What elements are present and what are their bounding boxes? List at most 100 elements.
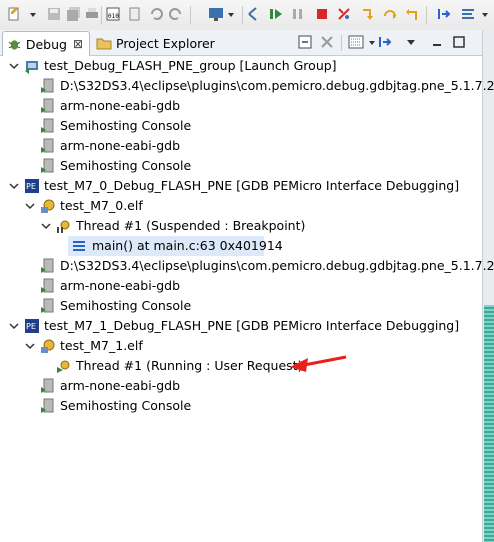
step-return-icon[interactable] <box>404 6 420 22</box>
pe-launch-icon: PE <box>25 179 39 193</box>
svg-text:010: 010 <box>108 13 119 20</box>
terminate-icon[interactable] <box>314 6 330 22</box>
maximize-icon[interactable] <box>452 35 466 49</box>
toolbar-separator <box>190 6 191 24</box>
view-tab-bar: Debug ⊠ Project Explorer <box>0 30 482 56</box>
toolbar-separator <box>101 6 102 24</box>
tree-item-label: arm-none-eabi-gdb <box>60 138 181 153</box>
save-all-icon[interactable] <box>66 6 82 22</box>
chevron-down-icon[interactable] <box>368 39 376 47</box>
process-icon <box>41 158 54 173</box>
process-icon <box>41 398 54 413</box>
copy-icon[interactable] <box>127 6 143 22</box>
tab-debug[interactable]: Debug ⊠ <box>2 31 90 56</box>
tree-item-label: Semihosting Console <box>60 398 192 413</box>
process-icon <box>41 378 54 393</box>
tab-label: Project Explorer <box>116 35 215 51</box>
suspend-icon[interactable] <box>290 6 306 22</box>
tree-item-process[interactable]: Semihosting Console <box>0 396 482 416</box>
thread-running-icon <box>57 360 70 373</box>
chevron-down-icon[interactable] <box>9 61 19 71</box>
pe-launch-icon: PE <box>25 319 39 333</box>
thread-suspended-icon <box>57 220 70 233</box>
tree-item-label: Thread #1 (Running : User Request) <box>76 358 303 373</box>
chevron-down-icon[interactable] <box>41 221 51 231</box>
tab-project-explorer[interactable]: Project Explorer <box>92 31 222 55</box>
step-over-icon[interactable] <box>382 6 398 22</box>
save-icon[interactable] <box>46 6 62 22</box>
tree-item-label: Semihosting Console <box>60 158 192 173</box>
process-icon <box>41 258 54 273</box>
skip-breakpoints-icon[interactable] <box>246 6 262 22</box>
close-icon[interactable]: ⊠ <box>73 37 83 51</box>
instruction-stepping-icon[interactable] <box>436 6 452 22</box>
toolbar-separator <box>426 6 427 24</box>
view-menu-icon[interactable] <box>404 35 418 49</box>
new-icon[interactable] <box>6 6 22 22</box>
step-into-icon[interactable] <box>360 6 376 22</box>
launch-group-icon <box>25 61 38 74</box>
tree-item-process[interactable]: arm-none-eabi-gdb <box>0 96 482 116</box>
tree-item-label: arm-none-eabi-gdb <box>60 378 181 393</box>
print-icon[interactable] <box>84 6 100 22</box>
svg-text:PE: PE <box>26 182 36 191</box>
tree-item-label: test_M7_1.elf <box>60 338 143 353</box>
bug-icon <box>8 40 21 50</box>
resume-icon[interactable] <box>268 6 284 22</box>
dropdown-icon[interactable] <box>480 6 490 22</box>
tree-item-launch-group[interactable]: test_Debug_FLASH_PNE_group [Launch Group… <box>0 56 482 76</box>
tree-item-debug-target[interactable]: test_M7_0.elf <box>0 196 482 216</box>
process-icon <box>41 278 54 293</box>
tree-item-process[interactable]: D:\S32DS3.4\eclipse\plugins\com.pemicro.… <box>0 76 494 96</box>
collapse-all-icon[interactable] <box>298 35 312 49</box>
chevron-down-icon[interactable] <box>9 321 19 331</box>
svg-text:PE: PE <box>26 322 36 331</box>
undo-icon[interactable] <box>148 6 164 22</box>
scrollbar-thumb[interactable] <box>484 305 494 542</box>
tree-item-label: test_M7_0_Debug_FLASH_PNE [GDB PEMicro I… <box>44 178 460 193</box>
tree-item-label: main() at main.c:63 0x401914 <box>92 238 283 253</box>
tree-item-launch[interactable]: PE test_M7_0_Debug_FLASH_PNE [GDB PEMicr… <box>0 176 482 196</box>
tree-item-debug-target[interactable]: test_M7_1.elf <box>0 336 482 356</box>
tree-item-label: test_M7_0.elf <box>60 198 143 213</box>
toolbar-separator <box>242 6 243 24</box>
tree-item-process[interactable]: Semihosting Console <box>0 296 482 316</box>
tree-item-launch[interactable]: PE test_M7_1_Debug_FLASH_PNE [GDB PEMicr… <box>0 316 482 336</box>
tree-item-process[interactable]: Semihosting Console <box>0 156 482 176</box>
minimize-icon[interactable] <box>430 35 444 49</box>
tree-item-label: Semihosting Console <box>60 118 192 133</box>
chevron-down-icon[interactable] <box>25 201 35 211</box>
folder-icon <box>96 38 112 50</box>
tree-item-process[interactable]: arm-none-eabi-gdb <box>0 136 482 156</box>
stack-frame-icon <box>73 241 85 251</box>
annotation-arrow-icon <box>290 355 347 372</box>
remove-all-terminated-icon[interactable] <box>320 35 334 49</box>
tree-item-thread[interactable]: Thread #1 (Running : User Request) <box>0 356 482 376</box>
view-options-icon[interactable] <box>348 35 364 49</box>
toolbar-separator <box>341 35 342 51</box>
tree-item-thread[interactable]: Thread #1 (Suspended : Breakpoint) <box>0 216 482 236</box>
dropdown-icon[interactable] <box>226 6 236 22</box>
binary-icon[interactable]: 010 <box>105 6 121 22</box>
process-icon <box>41 298 54 313</box>
tree-item-stack-frame[interactable]: main() at main.c:63 0x401914 <box>68 236 283 256</box>
tree-item-label: arm-none-eabi-gdb <box>60 278 181 293</box>
tree-item-process[interactable]: arm-none-eabi-gdb <box>0 376 482 396</box>
tree-item-process[interactable]: Semihosting Console <box>0 116 482 136</box>
dropdown-icon[interactable] <box>28 6 38 22</box>
process-icon <box>41 118 54 133</box>
instruction-stepping-icon[interactable] <box>378 35 394 49</box>
process-icon <box>41 78 54 93</box>
process-icon <box>41 98 54 113</box>
chevron-down-icon[interactable] <box>9 181 19 191</box>
tree-item-label: test_M7_1_Debug_FLASH_PNE [GDB PEMicro I… <box>44 318 460 333</box>
tree-item-process[interactable]: D:\S32DS3.4\eclipse\plugins\com.pemicro.… <box>0 256 494 276</box>
use-step-filters-icon[interactable] <box>460 6 476 22</box>
tree-item-label: D:\S32DS3.4\eclipse\plugins\com.pemicro.… <box>60 78 494 93</box>
disconnect-icon[interactable] <box>336 6 352 22</box>
monitor-icon[interactable] <box>208 6 224 22</box>
chevron-down-icon[interactable] <box>25 341 35 351</box>
main-toolbar: 010 <box>0 0 494 31</box>
redo-icon[interactable] <box>168 6 184 22</box>
tree-item-process[interactable]: arm-none-eabi-gdb <box>0 276 482 296</box>
